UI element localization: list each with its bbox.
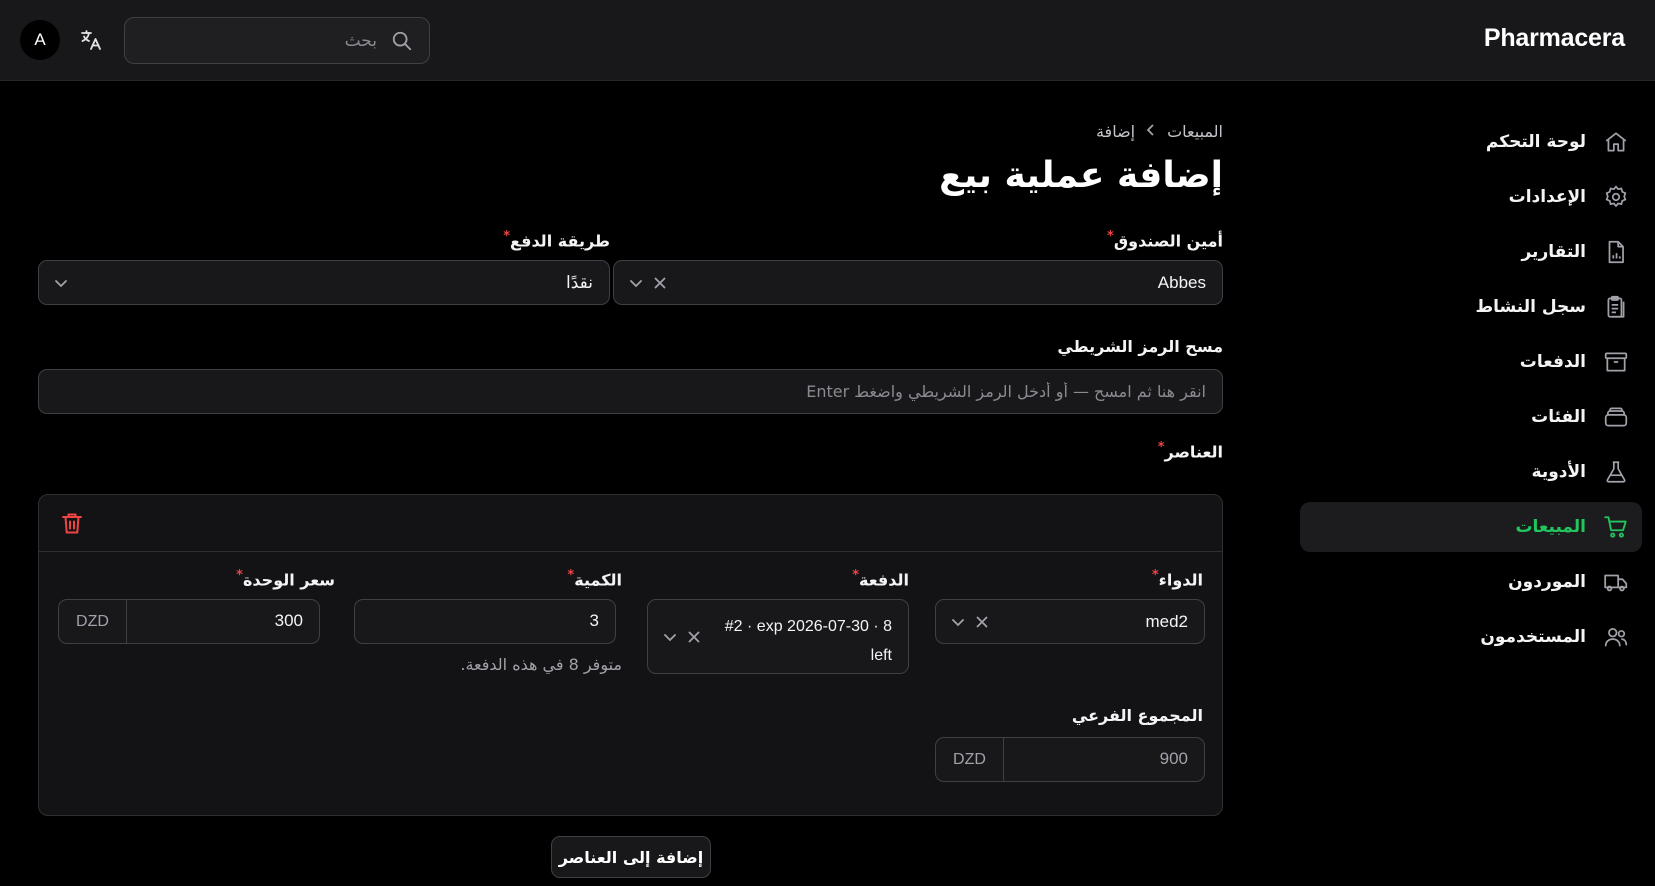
unit-price-label: سعر الوحدة* (236, 568, 335, 590)
cashier-label: أمين الصندوق* (1107, 229, 1223, 251)
sidebar-item-label: سجل النشاط (1475, 297, 1586, 317)
subtotal-field: DZD 900 (935, 737, 1205, 782)
page-title: إضافة عملية بيع (939, 155, 1223, 196)
app-brand[interactable]: Pharmacera (1484, 24, 1625, 53)
barcode-field (38, 369, 1223, 414)
batch-value: #2 · exp 2026-07-30 · 8 left (724, 618, 892, 664)
sidebar-item-label: الإعدادات (1508, 187, 1586, 207)
required-mark: * (503, 229, 511, 244)
sidebar-item-sales[interactable]: المبيعات (1300, 502, 1642, 552)
cart-icon (1602, 513, 1630, 541)
sidebar-item-label: المبيعات (1515, 517, 1586, 537)
quantity-input[interactable]: 3 (354, 599, 616, 644)
unit-price-input[interactable]: DZD 300 (58, 599, 320, 644)
sidebar-item-categories[interactable]: الفئات (1300, 392, 1642, 442)
sidebar-item-label: الأدوية (1531, 462, 1586, 482)
cashier-value: Abbes (1157, 273, 1206, 292)
sidebar-item-label: المستخدمون (1480, 627, 1586, 647)
breadcrumb-current: إضافة (1095, 122, 1136, 141)
clear-icon[interactable] (974, 614, 990, 630)
users-icon (1602, 623, 1630, 651)
chevron-left-icon (1145, 122, 1157, 141)
sidebar-item-settings[interactable]: الإعدادات (1300, 172, 1642, 222)
sidebar: لوحة التحكم الإعدادات التقارير سجل النشا… (1300, 117, 1642, 667)
sidebar-item-label: الدفعات (1519, 352, 1586, 372)
sidebar-item-users[interactable]: المستخدمون (1300, 612, 1642, 662)
archive-box-icon (1602, 348, 1630, 376)
sidebar-item-medicines[interactable]: الأدوية (1300, 447, 1642, 497)
gear-icon (1602, 183, 1630, 211)
barcode-input[interactable] (39, 370, 1222, 413)
quantity-value: 3 (589, 611, 599, 630)
batch-label: الدفعة* (852, 568, 909, 590)
sidebar-item-suppliers[interactable]: الموردون (1300, 557, 1642, 607)
search-input[interactable] (125, 18, 429, 63)
sidebar-item-dashboard[interactable]: لوحة التحكم (1300, 117, 1642, 167)
top-bar: A Pharmacera (0, 0, 1655, 81)
sidebar-item-label: الفئات (1531, 407, 1586, 427)
sidebar-item-reports[interactable]: التقارير (1300, 227, 1642, 277)
subtotal-label: المجموع الفرعي (1071, 706, 1203, 725)
payment-method-select[interactable]: نقدًا (38, 260, 610, 305)
required-mark: * (1157, 440, 1165, 455)
chevron-down-icon[interactable] (53, 275, 69, 291)
sidebar-item-batches[interactable]: الدفعات (1300, 337, 1642, 387)
search-box (124, 17, 430, 64)
breadcrumb-parent[interactable]: المبيعات (1167, 122, 1223, 141)
search-icon (392, 31, 412, 51)
breadcrumb: المبيعات إضافة (1096, 122, 1223, 141)
clear-icon[interactable] (686, 629, 702, 645)
sidebar-item-label: التقارير (1521, 242, 1586, 262)
add-to-items-button[interactable]: إضافة إلى العناصر (551, 836, 711, 878)
trash-icon[interactable] (61, 511, 83, 535)
chevron-down-icon[interactable] (628, 275, 644, 291)
payment-method-label: طريقة الدفع* (503, 229, 610, 251)
subtotal-value: 900 (1159, 749, 1188, 768)
items-label: العناصر* (1157, 440, 1223, 462)
clear-icon[interactable] (652, 275, 668, 291)
stack-icon (1602, 403, 1630, 431)
cashier-select[interactable]: Abbes (613, 260, 1223, 305)
truck-icon (1602, 568, 1630, 596)
medicine-label: الدواء* (1151, 568, 1203, 590)
medicine-value: med2 (1145, 612, 1188, 631)
chevron-down-icon[interactable] (662, 629, 678, 645)
report-file-icon (1602, 238, 1630, 266)
chevron-down-icon[interactable] (950, 614, 966, 630)
payment-method-value: نقدًا (566, 273, 593, 292)
unit-price-value: 300 (274, 611, 303, 630)
medicine-select[interactable]: med2 (935, 599, 1205, 644)
sidebar-item-label: لوحة التحكم (1485, 132, 1586, 152)
required-mark: * (236, 568, 243, 583)
batch-select[interactable]: #2 · exp 2026-07-30 · 8 left (647, 599, 909, 674)
sidebar-item-label: الموردون (1508, 572, 1586, 592)
user-avatar[interactable]: A (20, 20, 60, 60)
flask-icon (1602, 458, 1630, 486)
quantity-label: الكمية* (567, 568, 622, 590)
quantity-availability-hint: متوفر 8 في هذه الدفعة. (460, 655, 622, 674)
currency-suffix: DZD (936, 738, 1004, 781)
barcode-label: مسح الرمز الشريطي (1057, 337, 1223, 356)
translate-icon[interactable] (78, 27, 104, 53)
sidebar-item-activity-log[interactable]: سجل النشاط (1300, 282, 1642, 332)
home-icon (1602, 128, 1630, 156)
required-mark: * (1151, 568, 1159, 583)
currency-suffix: DZD (59, 600, 127, 643)
required-mark: * (1107, 229, 1114, 244)
clipboard-icon (1602, 293, 1630, 321)
item-row-panel: الدواء* med2 الدفعة* #2 · exp 2026-07-30… (38, 494, 1223, 816)
panel-divider (39, 551, 1222, 552)
